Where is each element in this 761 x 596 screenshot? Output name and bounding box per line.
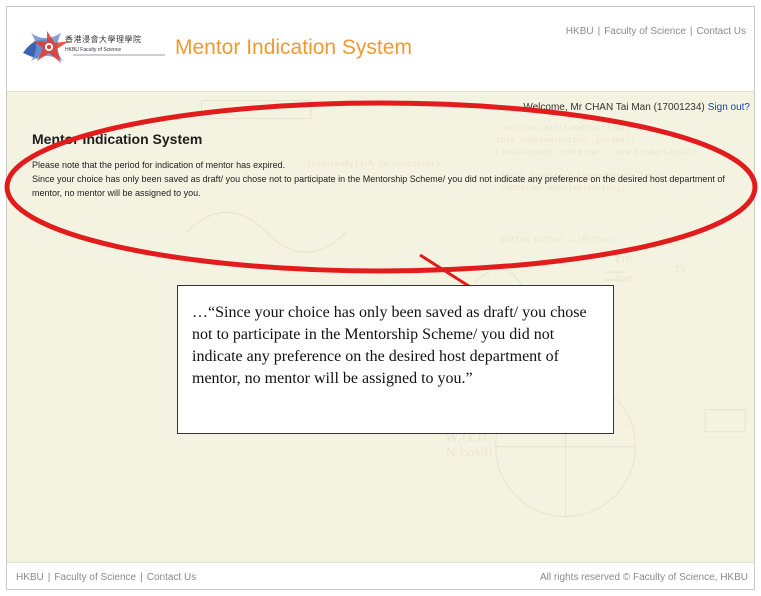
callout-text: …“Since your choice has only been saved … [192, 304, 587, 387]
system-title: Mentor Indication System [175, 36, 412, 59]
top-link-faculty[interactable]: Faculty of Science [604, 26, 686, 37]
svg-text:r₁: r₁ [675, 261, 686, 275]
sign-out-link[interactable]: Sign out? [708, 102, 750, 113]
svg-text:LinearLayout container = new L: LinearLayout container = new LinearLayou… [496, 147, 697, 156]
separator: | [140, 572, 143, 583]
svg-text:N cos²θ: N cos²θ [446, 446, 492, 460]
separator: | [47, 572, 51, 583]
notice-line-expired: Please note that the period for indicati… [32, 160, 286, 170]
logo-chinese-text: 香港浸會大學理學院 [65, 35, 142, 44]
footer-link-faculty[interactable]: Faculty of Science [54, 572, 136, 583]
logo-english-text: HKBU Faculty of Science [65, 47, 122, 53]
footer: HKBU | Faculty of Science | Contact Us All r… [7, 562, 754, 589]
top-link-hkbu[interactable]: HKBU [566, 26, 594, 37]
footer-link-hkbu[interactable]: HKBU [16, 572, 44, 583]
footer-link-contact[interactable]: Contact Us [147, 572, 196, 583]
page-title: Mentor Indication System [32, 131, 203, 147]
header: 香港浸會大學理學院 HKBU Faculty of Science Mentor… [7, 7, 754, 92]
welcome-bar: Welcome, Mr CHAN Tai Man (17001234) Sign … [523, 102, 750, 113]
svg-text:r₁e: r₁e [615, 251, 633, 265]
svg-text:r₂e: r₂e [615, 271, 633, 285]
separator: | [689, 26, 693, 37]
top-link-contact[interactable]: Contact Us [697, 26, 746, 37]
hkbu-logo [23, 31, 165, 63]
svg-text:this.addView(button, params);: this.addView(button, params); [496, 135, 635, 144]
notice-message: Please note that the period for indicati… [32, 158, 744, 200]
svg-text:button.setClickable(true);: button.setClickable(true); [506, 124, 631, 133]
footer-nav: HKBU | Faculty of Science | Contact Us [16, 572, 196, 583]
copyright-text: All rights reserved © Faculty of Science… [540, 572, 748, 583]
top-nav: HKBU | Faculty of Science | Contact Us [566, 26, 746, 37]
separator: | [597, 26, 601, 37]
svg-text:Button button = (Button): Button button = (Button) [501, 235, 616, 244]
notice-line-no-mentor: Since your choice has only been saved as… [32, 174, 725, 198]
welcome-text: Welcome, Mr CHAN Tai Man (17001234) [523, 102, 705, 113]
callout-box: …“Since your choice has only been saved … [177, 285, 614, 434]
